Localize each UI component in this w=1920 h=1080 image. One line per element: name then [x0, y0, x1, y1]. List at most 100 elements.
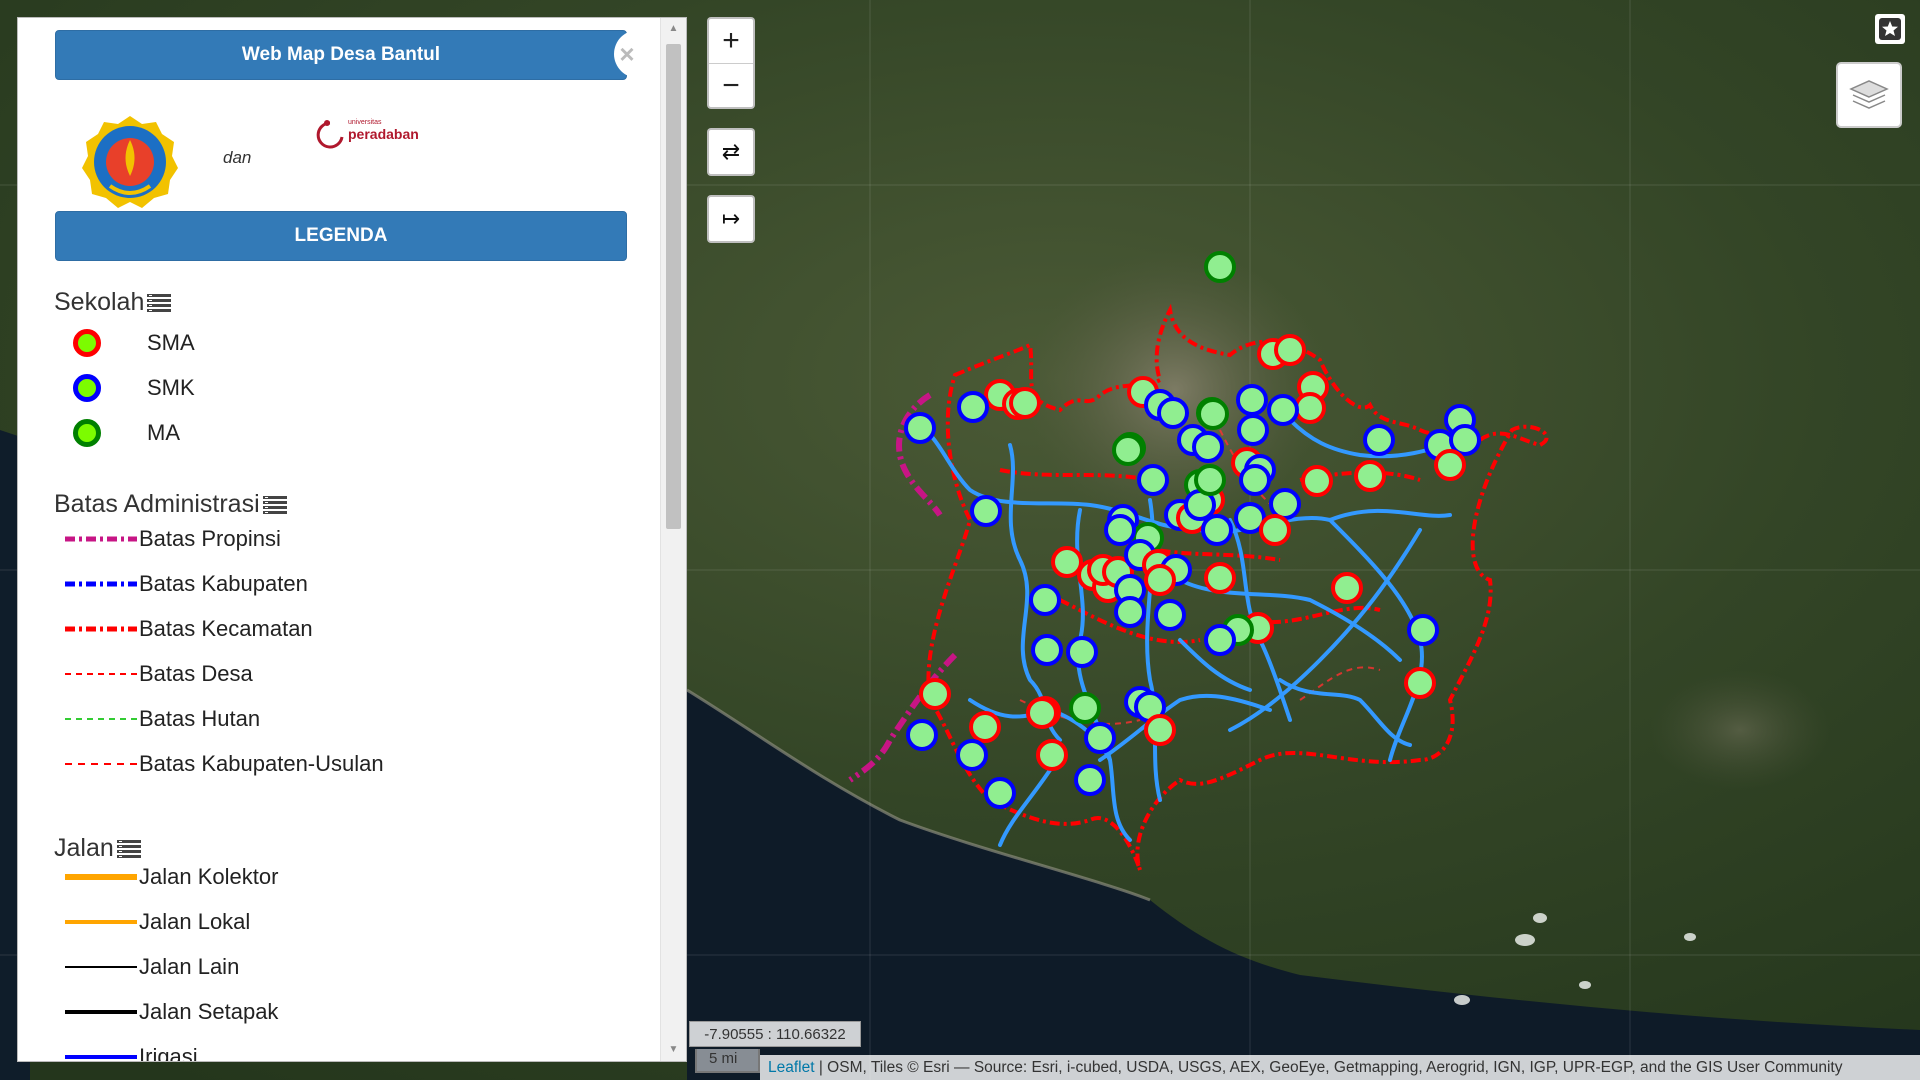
- school-marker-smk[interactable]: [1192, 431, 1224, 463]
- school-marker-ma[interactable]: [1204, 251, 1236, 283]
- toggle-layers-icon[interactable]: [116, 838, 142, 860]
- school-marker-smk[interactable]: [1114, 596, 1146, 628]
- school-marker-smk[interactable]: [1029, 584, 1061, 616]
- legend-line-icon: [65, 673, 137, 675]
- school-marker-smk[interactable]: [1066, 636, 1098, 668]
- school-marker-sma[interactable]: [1026, 697, 1058, 729]
- scroll-thumb[interactable]: [666, 44, 681, 529]
- legend-symbol: [63, 1042, 139, 1061]
- school-marker-sma[interactable]: [1144, 714, 1176, 746]
- school-marker-smk[interactable]: [1084, 722, 1116, 754]
- toggle-layers-icon[interactable]: [146, 292, 172, 314]
- school-marker-sma[interactable]: [1144, 564, 1176, 596]
- school-marker-smk[interactable]: [1137, 464, 1169, 496]
- school-marker-sma[interactable]: [1331, 572, 1363, 604]
- sidebar-scrollbar[interactable]: ▲ ▼: [660, 18, 686, 1061]
- school-marker-sma[interactable]: [1434, 449, 1466, 481]
- school-marker-sma[interactable]: [1009, 387, 1041, 419]
- school-marker-sma[interactable]: [1274, 334, 1306, 366]
- layers-control-button[interactable]: [1836, 62, 1902, 128]
- bookmark-star-button[interactable]: [1875, 14, 1905, 44]
- scroll-down-arrow-icon[interactable]: ▼: [661, 1041, 686, 1059]
- school-marker-smk[interactable]: [904, 412, 936, 444]
- school-marker-smk[interactable]: [1104, 514, 1136, 546]
- legend-item: MA: [63, 416, 180, 450]
- school-marker-smk[interactable]: [956, 739, 988, 771]
- legend-item: Jalan Lain: [63, 950, 239, 984]
- legend-section-title: Batas Administrasi: [54, 490, 288, 519]
- school-marker-smk[interactable]: [1363, 424, 1395, 456]
- school-marker-smk[interactable]: [1237, 414, 1269, 446]
- school-marker-smk[interactable]: [1201, 514, 1233, 546]
- legend-item-label: Batas Desa: [139, 661, 253, 686]
- school-marker-smk[interactable]: [1154, 599, 1186, 631]
- legend-item: Batas Propinsi: [63, 522, 281, 556]
- school-marker-smk[interactable]: [1031, 634, 1063, 666]
- school-marker-smk[interactable]: [1236, 384, 1268, 416]
- school-marker-smk[interactable]: [970, 495, 1002, 527]
- school-marker-ma[interactable]: [1112, 434, 1144, 466]
- school-marker-smk[interactable]: [1204, 624, 1236, 656]
- school-marker-smk[interactable]: [1449, 424, 1481, 456]
- legend-item-label: Batas Propinsi: [139, 526, 281, 551]
- school-marker-smk[interactable]: [984, 777, 1016, 809]
- zoom-in-button[interactable]: +: [709, 19, 753, 63]
- legend-item-label: Jalan Kolektor: [139, 864, 279, 889]
- legend-item: Batas Kabupaten-Usulan: [63, 747, 384, 781]
- school-marker-sma[interactable]: [1204, 562, 1236, 594]
- swap-view-button[interactable]: ⇄: [707, 128, 755, 176]
- legend-line-icon: [65, 874, 137, 880]
- school-marker-sma[interactable]: [919, 678, 951, 710]
- school-marker-sma[interactable]: [1036, 739, 1068, 771]
- legend-item: Batas Kabupaten: [63, 567, 308, 601]
- school-marker-smk[interactable]: [1074, 764, 1106, 796]
- bantul-regency-logo: [82, 116, 178, 208]
- school-marker-smk[interactable]: [957, 391, 989, 423]
- legend-line-icon: [65, 920, 137, 924]
- legend-item: SMK: [63, 371, 195, 405]
- legend-section-title: Jalan: [54, 834, 142, 863]
- arrow-right-bar-icon: ↦: [721, 206, 741, 231]
- school-marker-smk[interactable]: [1269, 488, 1301, 520]
- school-marker-sma[interactable]: [1051, 546, 1083, 578]
- school-marker-sma[interactable]: [1294, 392, 1326, 424]
- school-marker-smk[interactable]: [1239, 464, 1271, 496]
- legend-symbol: [63, 614, 139, 644]
- legend-line-icon: [65, 581, 137, 587]
- legend-item-label: Jalan Lain: [139, 954, 240, 979]
- legend-button[interactable]: LEGENDA: [55, 211, 627, 261]
- legend-section-label: Jalan: [54, 834, 114, 862]
- legend-line-icon: [65, 763, 137, 765]
- toggle-layers-icon[interactable]: [262, 494, 288, 516]
- legend-point-icon: [73, 419, 101, 447]
- leaflet-link[interactable]: Leaflet: [768, 1059, 815, 1077]
- school-marker-ma[interactable]: [1069, 692, 1101, 724]
- legend-item: Jalan Setapak: [63, 995, 278, 1029]
- legend-item-label: SMA: [147, 330, 195, 355]
- school-marker-sma[interactable]: [1354, 460, 1386, 492]
- star-icon: [1879, 18, 1901, 40]
- legend-item-label: Batas Hutan: [139, 706, 261, 731]
- school-marker-ma[interactable]: [1194, 464, 1226, 496]
- zoom-out-button[interactable]: −: [709, 63, 753, 108]
- legend-point-icon: [73, 329, 101, 357]
- school-marker-smk[interactable]: [1267, 394, 1299, 426]
- legend-item-label: MA: [147, 420, 180, 445]
- conjunction-text: dan: [223, 148, 252, 167]
- web-map-title-button[interactable]: Web Map Desa Bantul: [55, 30, 627, 80]
- school-marker-sma[interactable]: [969, 711, 1001, 743]
- legend-item-label: Batas Kabupaten-Usulan: [139, 751, 384, 776]
- legend-item: Batas Kecamatan: [63, 612, 313, 646]
- school-marker-sma[interactable]: [1301, 465, 1333, 497]
- school-marker-sma[interactable]: [1404, 667, 1436, 699]
- school-marker-smk[interactable]: [1407, 614, 1439, 646]
- school-marker-sma[interactable]: [1259, 514, 1291, 546]
- school-marker-smk[interactable]: [1157, 397, 1189, 429]
- school-marker-ma[interactable]: [1197, 398, 1229, 430]
- legend-symbol: [63, 328, 147, 358]
- expand-sidebar-button[interactable]: ↦: [707, 195, 755, 243]
- partner-logo-small-text: universitas: [348, 119, 382, 126]
- school-marker-smk[interactable]: [906, 719, 938, 751]
- scroll-up-arrow-icon[interactable]: ▲: [661, 20, 686, 38]
- layers-icon: [1849, 80, 1889, 109]
